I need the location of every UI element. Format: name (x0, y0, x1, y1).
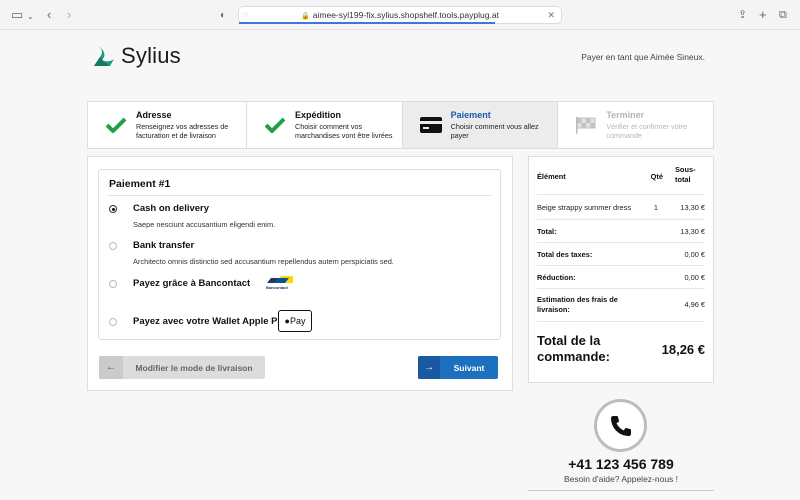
close-icon[interactable]: ✕ (547, 7, 555, 23)
forward-arrow-icon[interactable]: › (67, 7, 71, 23)
button-label: Suivant (453, 362, 485, 373)
discount-row: Réduction: 0,00 € (537, 266, 705, 289)
option-label[interactable]: Payez avec votre Wallet Apple Pay (133, 316, 288, 327)
order-total-value: 18,26 € (661, 342, 705, 357)
option-label[interactable]: Cash on delivery (133, 203, 209, 214)
item-name: Beige strappy summer dress (537, 203, 632, 212)
new-tab-icon[interactable]: + (759, 7, 767, 23)
step-complete: Terminer Vérifier et confirmer votre com… (558, 102, 713, 148)
taxes-value: 0,00 € (684, 250, 705, 259)
phone-icon (610, 415, 631, 436)
shipping-value: 4,96 € (684, 300, 705, 309)
sidebar-toggle-icon[interactable]: ▭ (11, 7, 23, 23)
step-description: Vérifier et confirmer votre commande (606, 122, 688, 140)
payment-fieldset: Paiement #1 Cash on delivery Saepe nesci… (98, 169, 501, 340)
taxes-label: Total des taxes: (537, 250, 593, 259)
checkmark-icon (104, 115, 128, 135)
payment-title: Paiement #1 (109, 178, 171, 190)
phone-badge (594, 399, 647, 452)
apple-pay-badge: ●Pay (278, 310, 312, 332)
radio-bank-transfer[interactable] (109, 242, 117, 250)
checkmark-icon (263, 115, 287, 135)
divider (528, 490, 714, 491)
header-qty: Qté (650, 172, 663, 181)
arrow-right-icon: → (418, 356, 440, 379)
step-description: Choisir comment vous allez payer (450, 122, 539, 140)
step-description: Renseignez vos adresses de facturation e… (136, 122, 229, 140)
swan-logo-icon (94, 44, 114, 66)
header-subtotal: Sous-total (675, 165, 696, 184)
arrow-left-icon: ← (99, 356, 123, 379)
privacy-shield-icon[interactable]: ◐ (220, 8, 226, 24)
help-text: Besoin d'aide? Appelez-nous ! (563, 474, 679, 484)
item-qty: 1 (653, 203, 658, 212)
option-label[interactable]: Bank transfer (133, 240, 194, 251)
item-subtotal: 13,30 € (680, 203, 705, 212)
table-row: Beige strappy summer dress 1 13,30 € (537, 195, 705, 220)
option-description: Architecto omnis distinctio sed accusant… (133, 257, 394, 266)
step-shipping[interactable]: Expédition Choisir comment vos marchandi… (247, 102, 403, 148)
option-description: Saepe nesciunt accusantium eligendi enim… (133, 220, 276, 229)
chevron-down-icon[interactable]: ⌄ (27, 9, 34, 25)
payment-panel: Paiement #1 Cash on delivery Saepe nesci… (87, 156, 513, 391)
change-shipping-button[interactable]: ← Modifier le mode de livraison (99, 356, 265, 379)
tab-overview-icon[interactable]: ⧉ (779, 7, 787, 23)
discount-label: Réduction: (537, 273, 576, 282)
sylius-logo[interactable]: Sylius (90, 42, 181, 70)
step-address[interactable]: Adresse Renseignez vos adresses de factu… (88, 102, 247, 148)
step-title: Adresse (136, 110, 172, 120)
option-label[interactable]: Payez grâce à Bancontact (133, 278, 250, 289)
share-icon[interactable]: ⇪ (738, 7, 747, 23)
apple-pay-badge-text: Pay (289, 316, 306, 326)
total-row: Total: 13,30 € (537, 220, 705, 243)
order-total-label: Total de la commande: (537, 333, 610, 364)
order-summary: Élément Qté Sous-total Beige strappy sum… (528, 156, 714, 383)
checkout-steps: Adresse Renseignez vos adresses de factu… (87, 101, 714, 149)
total-label: Total: (537, 227, 557, 236)
lock-icon: 🔒 (301, 13, 310, 20)
checkered-flag-icon (574, 115, 598, 135)
button-label: Modifier le mode de livraison (135, 362, 253, 373)
bancontact-logo-text: Bancontact (266, 285, 288, 290)
url-text: aimee-syl199-fix.sylius.shopshelf.tools.… (312, 10, 499, 20)
radio-bancontact[interactable] (109, 280, 117, 288)
help-phone-number[interactable]: +41 123 456 789 (528, 456, 714, 472)
pay-as-text: Payer en tant que Aimée Sineux. (581, 52, 705, 62)
logo-text: Sylius (121, 43, 181, 68)
step-payment[interactable]: Paiement Choisir comment vous allez paye… (402, 102, 559, 148)
credit-card-icon (419, 115, 443, 135)
back-arrow-icon[interactable]: ‹ (47, 7, 51, 23)
step-title: Terminer (606, 110, 645, 120)
header-item: Élément (537, 172, 566, 181)
total-value: 13,30 € (680, 227, 705, 236)
loading-progress (239, 22, 495, 24)
taxes-row: Total des taxes: 0,00 € (537, 243, 705, 266)
shipping-label: Estimation des frais de livraison: (537, 295, 618, 314)
discount-value: 0,00 € (684, 273, 705, 282)
radio-cash-on-delivery[interactable] (109, 205, 117, 213)
shipping-estimate-row: Estimation des frais de livraison: 4,96 € (537, 289, 705, 322)
next-button[interactable]: → Suivant (418, 356, 498, 379)
browser-toolbar: ▭ ⌄ ‹ › ◐ ◌ 🔒 aimee-syl199-fix.sylius.sho… (0, 0, 800, 30)
bancontact-logo-icon: Bancontact (266, 273, 294, 291)
step-description: Choisir comment vos marchandises vont êt… (295, 122, 393, 140)
step-title: Paiement (450, 110, 491, 120)
divider (107, 195, 492, 196)
step-title: Expédition (295, 110, 342, 120)
radio-apple-pay[interactable] (109, 318, 117, 326)
tracker-icon: ◌ (243, 10, 248, 19)
summary-header-row: Élément Qté Sous-total (537, 165, 705, 195)
